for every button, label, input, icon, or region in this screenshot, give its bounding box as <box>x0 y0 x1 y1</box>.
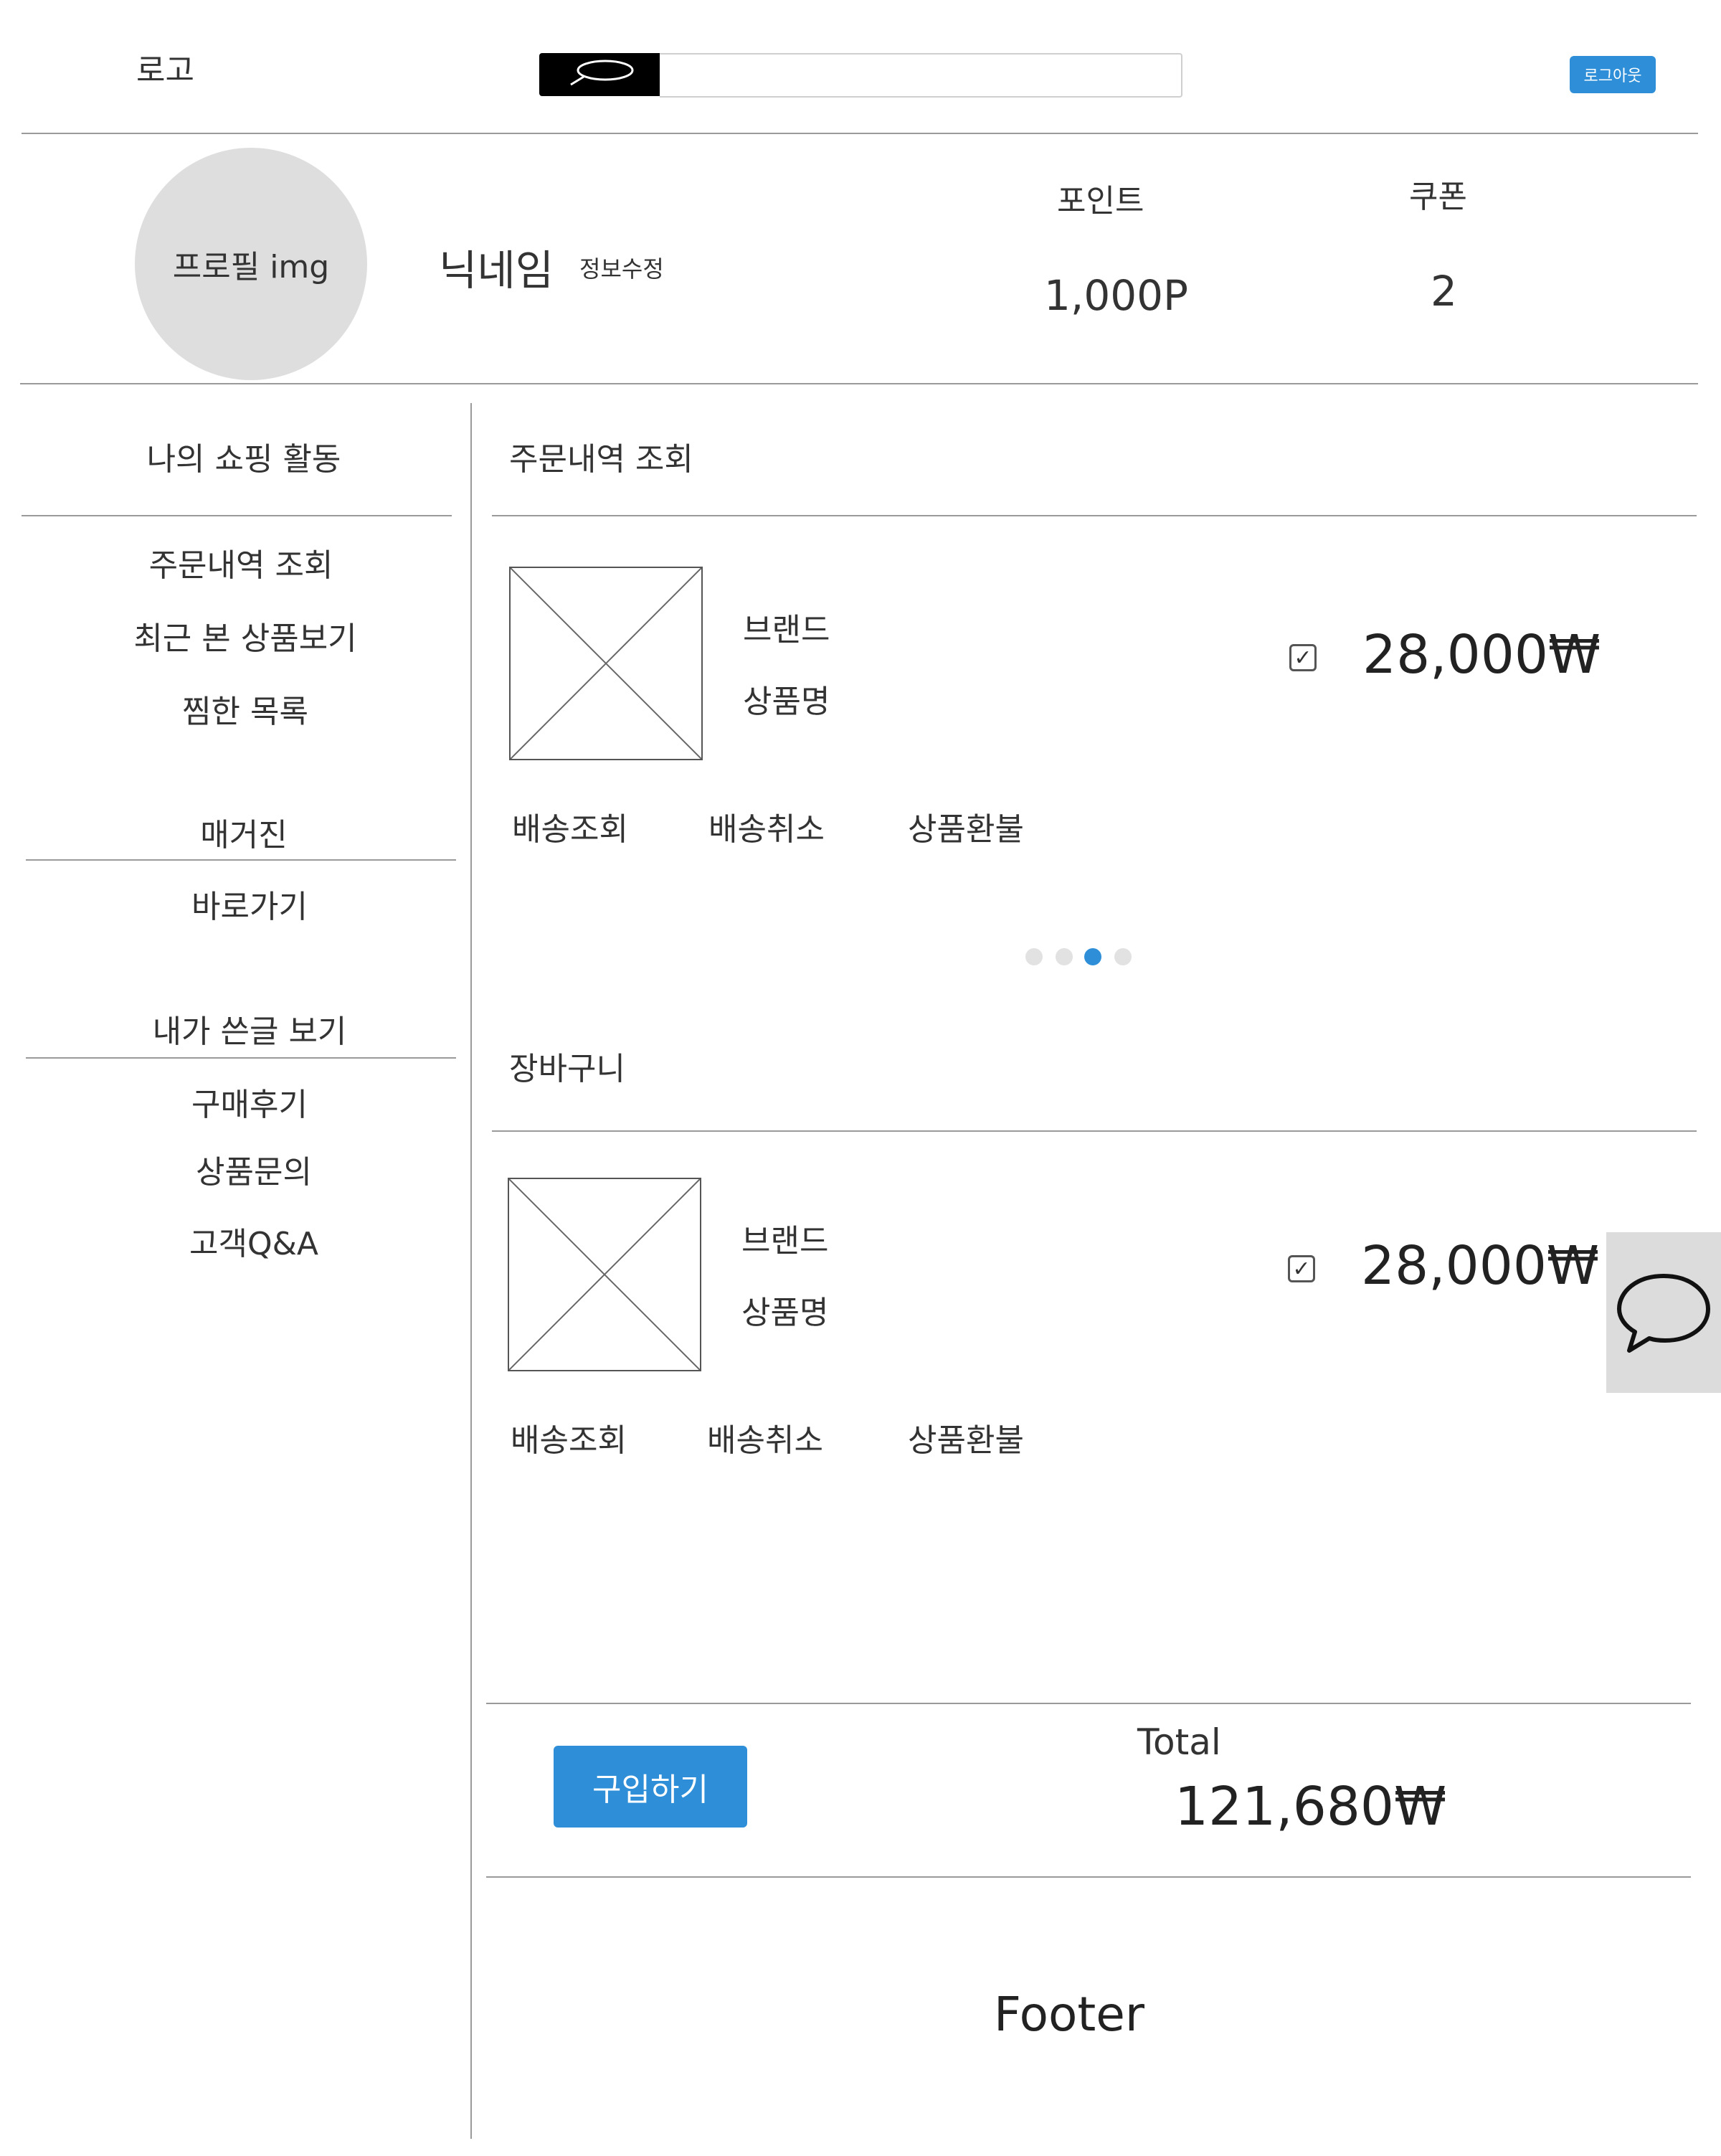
sidebar-item-magazine-shortcut[interactable]: 바로가기 <box>13 881 486 927</box>
chat-bubble-icon <box>1617 1274 1710 1353</box>
buy-button[interactable]: 구입하기 <box>554 1746 747 1828</box>
checkbox-checked-icon[interactable]: ✓ <box>1288 1255 1315 1282</box>
carousel-dot[interactable] <box>1056 948 1073 965</box>
avatar-label: 프로필 img <box>172 249 330 285</box>
sidebar-item-qna[interactable]: 고객Q&A <box>17 1218 490 1264</box>
total-label: Total <box>1137 1721 1221 1763</box>
sidebar-item-recent[interactable]: 최근 본 상품보기 <box>9 613 482 658</box>
sidebar-heading-divider <box>26 859 456 861</box>
search-icon <box>570 60 634 86</box>
avatar: 프로필 img <box>135 148 367 380</box>
product-price: 28,000₩ <box>1361 1235 1600 1297</box>
point-value[interactable]: 1,000P <box>1044 271 1188 320</box>
track-delivery-button[interactable]: 배송조회 <box>511 1414 627 1460</box>
footer: Footer <box>994 1987 1144 2042</box>
product-image-placeholder[interactable] <box>508 1178 701 1371</box>
image-placeholder-icon <box>509 1179 700 1370</box>
sidebar-heading-posts: 내가 쓴글 보기 <box>152 1013 347 1050</box>
cancel-delivery-button[interactable]: 배송취소 <box>708 803 825 849</box>
product-image-placeholder[interactable] <box>509 567 703 760</box>
nickname: 닉네임 <box>439 246 554 295</box>
checkout-top-divider <box>486 1703 1691 1704</box>
coupon-value[interactable]: 2 <box>1431 267 1457 316</box>
logo[interactable]: 로고 <box>136 44 194 90</box>
orders-divider <box>492 515 1697 516</box>
search-input[interactable] <box>660 53 1182 98</box>
carousel-dot[interactable] <box>1114 948 1132 965</box>
cancel-delivery-button[interactable]: 배송취소 <box>707 1414 823 1460</box>
refund-button[interactable]: 상품환불 <box>908 803 1024 849</box>
cart-divider <box>492 1130 1697 1132</box>
refund-button[interactable]: 상품환불 <box>908 1414 1024 1460</box>
logout-button[interactable]: 로그아웃 <box>1570 56 1656 93</box>
sidebar-heading-divider <box>26 1057 456 1059</box>
sidebar-heading-magazine: 매거진 <box>200 817 288 854</box>
sidebar-item-wishlist[interactable]: 찜한 목록 <box>9 686 482 732</box>
sidebar-divider <box>470 403 472 2139</box>
product-name[interactable]: 상품명 <box>741 1287 828 1333</box>
product-brand: 브랜드 <box>741 1223 829 1259</box>
carousel-dot-active[interactable] <box>1084 948 1101 965</box>
checkout-bottom-divider <box>486 1876 1691 1878</box>
sidebar-item-reviews[interactable]: 구매후기 <box>13 1079 486 1125</box>
product-name[interactable]: 상품명 <box>743 676 830 722</box>
point-label: 포인트 <box>1057 183 1144 219</box>
image-placeholder-icon <box>511 568 701 759</box>
checkbox-checked-icon[interactable]: ✓ <box>1289 644 1317 671</box>
sidebar-item-orders[interactable]: 주문내역 조회 <box>4 539 478 585</box>
orders-title: 주문내역 조회 <box>509 441 693 478</box>
sidebar-item-inquiries[interactable]: 상품문의 <box>17 1146 490 1192</box>
edit-info-link[interactable]: 정보수정 <box>579 251 664 284</box>
track-delivery-button[interactable]: 배송조회 <box>512 803 628 849</box>
cart-title: 장바구니 <box>509 1051 625 1087</box>
coupon-label: 쿠폰 <box>1409 179 1467 215</box>
carousel-dot[interactable] <box>1025 948 1043 965</box>
total-value: 121,680₩ <box>1175 1776 1447 1838</box>
sidebar-heading-divider <box>22 515 452 516</box>
product-price: 28,000₩ <box>1362 624 1601 686</box>
profile-divider <box>20 383 1698 384</box>
product-brand: 브랜드 <box>743 612 830 648</box>
chat-widget-button[interactable] <box>1606 1232 1721 1393</box>
header-divider <box>22 133 1698 134</box>
search-button[interactable] <box>539 53 661 96</box>
sidebar-heading-shopping: 나의 쇼핑 활동 <box>146 441 341 478</box>
